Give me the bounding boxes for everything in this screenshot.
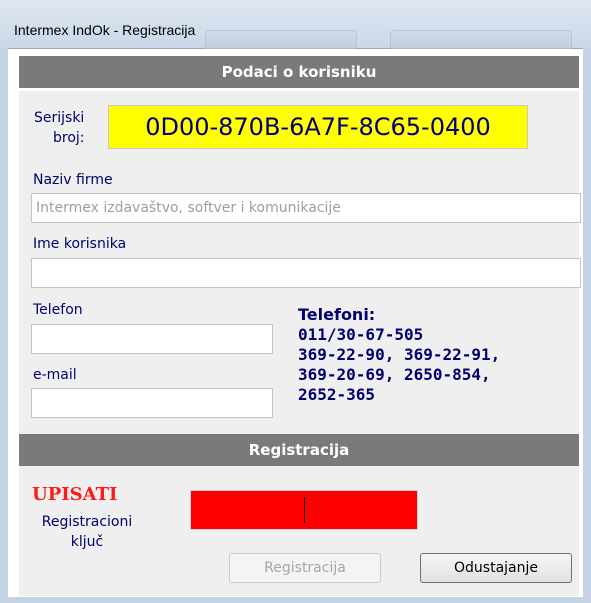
cancel-button[interactable]: Odustajanje <box>420 553 572 583</box>
phones-heading: Telefoni: <box>298 305 376 324</box>
phones-line: 011/30-67-505 <box>298 325 424 344</box>
serial-label-line1: Serijski <box>34 110 85 126</box>
username-label: Ime korisnika <box>33 236 127 252</box>
registration-key-label-line1: Registracioni <box>41 514 133 530</box>
window-frame-left <box>0 48 8 603</box>
phones-line: 369-20-69, 2650-854, <box>298 365 491 384</box>
email-input[interactable] <box>31 388 273 418</box>
company-name-label: Naziv firme <box>33 172 113 188</box>
registration-section-header: Registracija <box>19 434 579 466</box>
phones-line: 369-22-90, 369-22-91, <box>298 345 501 364</box>
phones-line: 2652-365 <box>298 385 376 404</box>
window-title: Intermex IndOk - Registracija <box>14 22 196 38</box>
phone-label: Telefon <box>33 302 83 318</box>
enter-prompt: UPISATI <box>32 484 118 505</box>
register-button[interactable]: Registracija <box>229 553 381 583</box>
phone-input[interactable] <box>31 324 273 354</box>
title-bar[interactable]: Intermex IndOk - Registracija <box>0 0 591 49</box>
text-caret <box>304 497 305 523</box>
email-label: e-mail <box>33 367 77 383</box>
user-section-header: Podaci o korisniku <box>19 56 579 88</box>
registration-key-label: Registracioni ključ <box>22 512 152 552</box>
serial-label-line2: broj: <box>53 130 85 146</box>
window-frame-bottom <box>0 597 591 603</box>
registration-key-input[interactable] <box>190 490 418 530</box>
serial-number-display: 0D00-870B-6A7F-8C65-0400 <box>108 105 528 149</box>
background-tab <box>390 30 572 49</box>
contact-phones: Telefoni: 011/30-67-505 369-22-90, 369-2… <box>298 305 500 405</box>
window-frame-right <box>583 48 591 603</box>
registration-key-label-line2: ključ <box>70 534 104 550</box>
company-name-input[interactable] <box>31 193 581 223</box>
background-tab <box>205 30 357 49</box>
registration-window: Intermex IndOk - Registracija Podaci o k… <box>0 0 591 603</box>
username-input[interactable] <box>31 258 581 288</box>
